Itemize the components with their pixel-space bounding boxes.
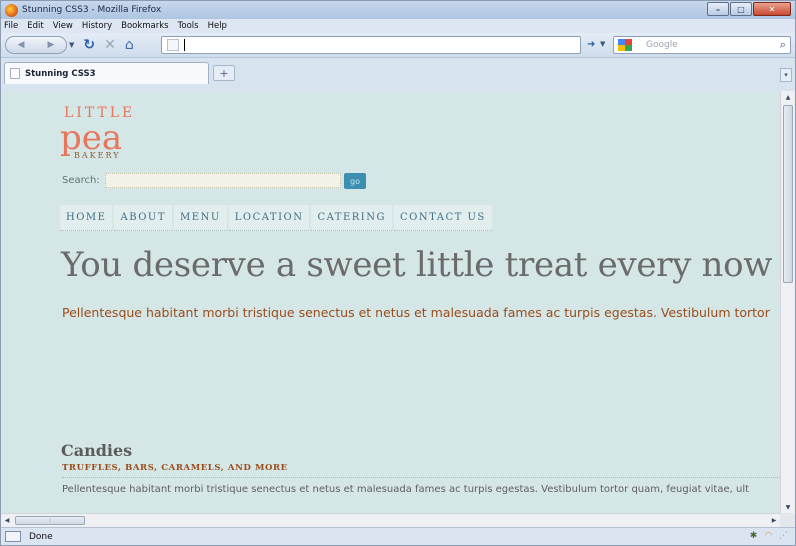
reload-icon[interactable]: ↻ [83,38,95,52]
tab-stunning-css3[interactable]: Stunning CSS3 [4,62,209,84]
page-content: LITTLE pea BAKERY Search: go HOME ABOUT … [1,91,780,513]
addon-icon[interactable]: ✱ [748,531,759,542]
menu-bar: File Edit View History Bookmarks Tools H… [1,19,795,33]
status-icons: ✱ ◠ ⋰ [748,531,789,542]
status-bar: Done ✱ ◠ ⋰ [1,527,795,545]
tab-favicon-icon [10,68,20,79]
horizontal-scroll-thumb[interactable]: ⦙ [15,516,85,525]
menu-view[interactable]: View [53,21,73,31]
section-divider [62,477,780,478]
scroll-left-icon[interactable]: ◀ [1,514,13,527]
section-title: Candies [61,441,133,460]
window-title: Stunning CSS3 - Mozilla Firefox [22,5,162,15]
minimize-button[interactable]: – [707,2,729,16]
nav-about[interactable]: ABOUT [114,205,173,231]
lead-paragraph: Pellentesque habitant morbi tristique se… [62,305,770,320]
logo-bakery[interactable]: BAKERY [74,151,121,160]
resize-grip-icon[interactable]: ⋰ [778,531,789,542]
home-icon[interactable]: ⌂ [125,38,134,52]
menu-history[interactable]: History [82,21,112,31]
back-forward-buttons: ◀ ▶ [5,36,67,54]
status-page-icon [5,531,21,542]
section-subtitle: TRUFFLES, BARS, CARAMELS, AND MORE [62,463,288,473]
section-body: Pellentesque habitant morbi tristique se… [62,484,750,495]
go-arrow-icon[interactable]: ➜ [587,39,595,50]
vertical-scrollbar[interactable]: ▲ ▼ [780,91,795,513]
menu-edit[interactable]: Edit [27,21,43,31]
new-tab-button[interactable]: + [213,65,235,81]
browser-window: Stunning CSS3 - Mozilla Firefox – □ ✕ Fi… [0,0,796,546]
google-icon[interactable] [618,39,632,51]
window-controls: – □ ✕ [706,2,791,16]
firefox-icon [5,3,18,17]
vertical-scroll-thumb[interactable] [783,105,793,283]
nav-contact-us[interactable]: CONTACT US [394,205,492,231]
close-button[interactable]: ✕ [753,2,791,16]
menu-tools[interactable]: Tools [178,21,199,31]
title-bar: Stunning CSS3 - Mozilla Firefox – □ ✕ [1,1,795,19]
nav-catering[interactable]: CATERING [311,205,392,231]
text-caret [184,39,185,51]
stop-icon[interactable]: ✕ [104,38,116,52]
history-dropdown-icon[interactable]: ▼ [69,41,74,49]
navigation-toolbar: ◀ ▶ ▼ ↻ ✕ ⌂ ➜ ▼ Google ⌕ [1,33,795,57]
nav-location[interactable]: LOCATION [228,205,310,231]
scroll-down-icon[interactable]: ▼ [781,501,795,513]
search-label: Search: [62,175,100,186]
page-favicon-icon [167,39,179,51]
search-engine-bar[interactable]: Google ⌕ [613,36,791,54]
menu-file[interactable]: File [4,21,18,31]
tab-title: Stunning CSS3 [25,68,96,79]
page-headline: You deserve a sweet little treat every n… [61,245,780,285]
scrollbar-corner [780,513,795,527]
menu-help[interactable]: Help [208,21,227,31]
search-go-button[interactable]: go [344,173,366,189]
forward-arrow-icon[interactable]: ▶ [48,40,55,50]
menu-bookmarks[interactable]: Bookmarks [121,21,169,31]
back-arrow-icon[interactable]: ◀ [18,40,25,50]
main-nav: HOME ABOUT MENU LOCATION CATERING CONTAC… [60,205,494,231]
search-input[interactable] [105,173,341,188]
logo-pea[interactable]: pea [60,121,122,155]
scroll-up-icon[interactable]: ▲ [781,91,795,103]
nav-home[interactable]: HOME [60,205,113,231]
maximize-button[interactable]: □ [730,2,752,16]
nav-menu[interactable]: MENU [174,205,227,231]
list-all-tabs-button[interactable]: ▾ [780,68,792,82]
scroll-right-icon[interactable]: ▶ [768,514,780,527]
magnifier-icon[interactable]: ⌕ [780,38,786,52]
tab-strip: Stunning CSS3 + ▾ [1,57,795,91]
feed-icon[interactable]: ◠ [763,531,774,542]
url-bar[interactable] [161,36,581,54]
horizontal-scrollbar[interactable]: ◀ ⦙ ▶ [1,513,780,527]
url-dropdown-icon[interactable]: ▼ [600,40,605,48]
search-placeholder: Google [646,40,678,50]
status-text: Done [29,531,53,542]
